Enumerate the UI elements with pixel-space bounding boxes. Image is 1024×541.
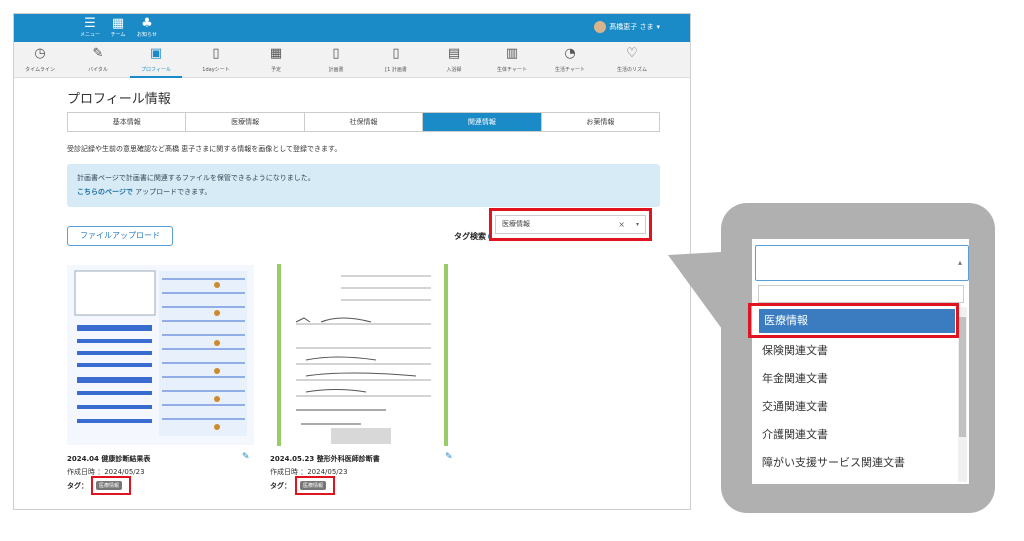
notice-button[interactable]: ♣ お知らせ (134, 16, 160, 38)
option-highlight-box (748, 303, 959, 338)
edit-icon[interactable]: ✎ (242, 452, 250, 462)
nav-label: 計画書 (328, 67, 344, 73)
nav-label: バイタル (88, 67, 108, 73)
pen-icon: ✎ (92, 46, 104, 61)
card-tag-label: タグ： (270, 482, 291, 490)
dropdown-select-box[interactable]: ▴ (755, 245, 969, 281)
notice-label: お知らせ (137, 32, 157, 38)
description-text: 受診記録や生前の意思確認など髙橋 恵子さまに関する情報を画像として登録できます。 (67, 145, 342, 153)
pie-icon: ◔ (564, 46, 576, 61)
menu-label: メニュー (79, 32, 100, 38)
chart-icon: ▥ (505, 46, 519, 61)
nav-item-plan[interactable]: ▯ 計画書 (310, 42, 362, 78)
clipboard-icon: ▯ (212, 46, 220, 61)
info-line2-wrap: こちらのページで アップロードできます。 (77, 187, 650, 197)
nav-item-vital[interactable]: ✎ バイタル (72, 42, 124, 78)
nav-label: 1dayシート (202, 67, 230, 73)
document-thumbnail[interactable] (277, 264, 448, 446)
app-window: ☰ メニュー ▦ チーム ♣ お知らせ 髙橋恵子 さま ▾ ◷ タイムライン ✎ バ… (13, 13, 691, 510)
profile-icon: ▣ (149, 46, 163, 61)
tag-dropdown-zoom: ▴ 医療情報 保険関連文書 年金関連文書 交通関連文書 介護関連文書 障がい支援… (752, 239, 969, 484)
card-title[interactable]: 2024.04 健康診断結果表 (67, 454, 150, 464)
dropdown-scrollbar[interactable] (958, 307, 967, 482)
nav-label: 入浴録 (446, 67, 462, 73)
dropdown-option[interactable]: 保険関連文書 (762, 342, 828, 358)
team-button[interactable]: ▦ チーム (105, 16, 131, 38)
dropdown-option[interactable]: 介護関連文書 (762, 426, 828, 442)
nav-item-timeline[interactable]: ◷ タイムライン (14, 42, 66, 78)
tab-related[interactable]: 関連情報 (423, 113, 542, 131)
nav-item-schedule[interactable]: ▦ 予定 (250, 42, 302, 78)
nav-item-rhythm[interactable]: ♡ 生活のリズム (606, 42, 658, 78)
nav-label: [1 計画書 (385, 67, 407, 73)
tag-search-label: タグ検索 (454, 232, 486, 241)
dropdown-option[interactable]: 年金関連文書 (762, 370, 828, 386)
tag-highlight-box: 医療情報 (295, 476, 335, 495)
nav-label: プロフィール (141, 67, 171, 73)
bell-icon: ♣ (141, 16, 153, 31)
clear-icon[interactable]: × (618, 216, 625, 233)
tag-highlight-box: 医療情報 (91, 476, 131, 495)
plan-page-link[interactable]: こちらのページで (77, 188, 133, 196)
dropdown-option[interactable]: 交通関連文書 (762, 398, 828, 414)
tab-insurance[interactable]: 社保情報 (304, 113, 424, 131)
card-tag-label: タグ： (67, 482, 88, 490)
heart-icon: ♡ (626, 46, 638, 61)
scrollbar-thumb[interactable] (959, 317, 966, 437)
info-banner: 計画書ページで計画書に関連するファイルを保管できるようになりました。 こちらのペ… (67, 164, 660, 207)
nav-label: 生活チャート (555, 67, 585, 73)
file-upload-button[interactable]: ファイルアップロード (67, 226, 173, 246)
nav-label: 生体チャート (497, 67, 527, 73)
selected-tag: 医療情報 (502, 220, 530, 228)
hamburger-icon: ☰ (84, 16, 96, 31)
clock-icon: ◷ (34, 46, 46, 61)
nav-item-bath[interactable]: ▤ 入浴録 (428, 42, 480, 78)
info-line1: 計画書ページで計画書に関連するファイルを保管できるようになりました。 (77, 174, 315, 182)
chevron-up-icon: ▴ (957, 258, 962, 267)
dropdown-search-input[interactable] (758, 285, 964, 303)
nav-item-profile[interactable]: ▣ プロフィール (130, 42, 182, 78)
dropdown-option[interactable]: 障がい支援サービス関連文書 (762, 454, 905, 470)
nav-label: 生活のリズム (616, 67, 647, 73)
diagnosis-preview (281, 264, 444, 446)
nav-item-1day[interactable]: ▯ 1dayシート (190, 42, 242, 78)
plan-icon: ▯ (332, 46, 340, 61)
edit-icon[interactable]: ✎ (445, 452, 453, 462)
book-icon: ▤ (447, 46, 461, 61)
tab-medicine[interactable]: お薬情報 (541, 113, 660, 131)
tag-badge: 医療情報 (300, 481, 327, 490)
user-menu[interactable]: 髙橋恵子 さま ▾ (594, 21, 660, 33)
document-thumbnail[interactable] (67, 265, 254, 445)
tag-search-select-highlight: 医療情報 × ▾ (489, 208, 652, 241)
plan2-icon: ▯ (392, 46, 400, 61)
user-name: 髙橋恵子 さま (609, 23, 654, 31)
chevron-down-icon[interactable]: ▾ (636, 216, 639, 233)
menu-button[interactable]: ☰ メニュー (77, 16, 103, 38)
nav-label: タイムライン (25, 67, 55, 73)
tab-basic[interactable]: 基本情報 (68, 113, 187, 131)
nav-item-life-chart[interactable]: ◔ 生活チャート (544, 42, 596, 78)
info-line2: アップロードできます。 (132, 188, 212, 196)
grid-icon: ▦ (111, 16, 125, 31)
health-checkup-preview (67, 265, 254, 445)
nav-item-bio-chart[interactable]: ▥ 生体チャート (486, 42, 538, 78)
nav-item-plan2[interactable]: ▯ [1 計画書 (370, 42, 422, 78)
tab-medical[interactable]: 医療情報 (186, 113, 305, 131)
nav-label: 予定 (270, 67, 281, 73)
page-title: プロフィール情報 (67, 92, 171, 107)
card-title[interactable]: 2024.05.23 整形外科医師診断書 (270, 454, 380, 464)
feature-nav: ◷ タイムライン ✎ バイタル ▣ プロフィール ▯ 1dayシート ▦ 予定 ▯ 計画書 … (14, 42, 690, 78)
profile-tabs: 基本情報 医療情報 社保情報 関連情報 お薬情報 (67, 112, 660, 132)
top-bar: ☰ メニュー ▦ チーム ♣ お知らせ 髙橋恵子 さま ▾ (14, 14, 690, 42)
tag-search-select[interactable]: 医療情報 × ▾ (495, 215, 646, 234)
tag-badge: 医療情報 (96, 481, 123, 490)
team-label: チーム (110, 32, 126, 38)
chevron-down-icon: ▾ (656, 23, 660, 31)
avatar (594, 21, 607, 33)
calendar-icon: ▦ (269, 46, 283, 61)
